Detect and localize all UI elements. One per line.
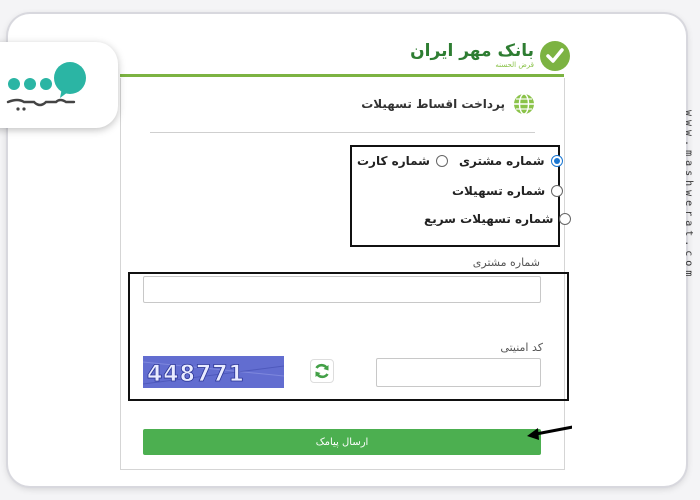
section-divider: [150, 132, 535, 133]
brand-badge: [0, 42, 118, 128]
watermark-text: www.mashwerat.com: [683, 110, 694, 281]
globe-icon: [514, 93, 534, 115]
radio-customer-number[interactable]: شماره مشتری: [459, 154, 563, 168]
bank-logo: بانک مهر ایران قرض الحسنه: [400, 38, 570, 74]
refresh-icon: [315, 363, 329, 379]
page-side-strip: [572, 370, 618, 468]
radio-button[interactable]: [551, 185, 564, 197]
bank-name: بانک مهر ایران: [410, 41, 534, 61]
checkmark-logo-icon: [540, 41, 570, 71]
customer-number-input[interactable]: [143, 276, 541, 303]
header-rule: [120, 74, 564, 77]
radio-label: شماره تسهیلات: [452, 184, 546, 198]
send-sms-button[interactable]: ارسال پیامک: [143, 429, 541, 455]
bank-subtitle: قرض الحسنه: [495, 61, 534, 69]
security-code-label: کد امنیتی: [500, 341, 543, 354]
captcha-text: 448771: [147, 362, 245, 387]
radio-button[interactable]: [435, 155, 448, 167]
radio-label: شماره تسهیلات سریع: [424, 212, 554, 226]
section-title-text: پرداخت اقساط تسهیلات: [361, 97, 505, 111]
radio-label: شماره کارت: [357, 154, 430, 168]
radio-card-number[interactable]: شماره کارت: [357, 154, 448, 168]
radio-button[interactable]: [559, 213, 572, 225]
radio-facility-number[interactable]: شماره تسهیلات: [452, 184, 564, 198]
captcha-refresh-button[interactable]: [310, 359, 334, 383]
radio-label: شماره مشتری: [459, 154, 545, 168]
customer-number-label: شماره مشتری: [472, 256, 540, 269]
mashwerat-logo: [6, 62, 86, 111]
section-title: پرداخت اقساط تسهیلات: [361, 93, 535, 115]
radio-fast-facility-number[interactable]: شماره تسهیلات سریع: [424, 212, 572, 226]
security-code-input[interactable]: [376, 358, 541, 387]
send-sms-label: ارسال پیامک: [315, 436, 369, 448]
radio-button[interactable]: [550, 155, 563, 167]
captcha-image: 448771: [143, 356, 284, 388]
